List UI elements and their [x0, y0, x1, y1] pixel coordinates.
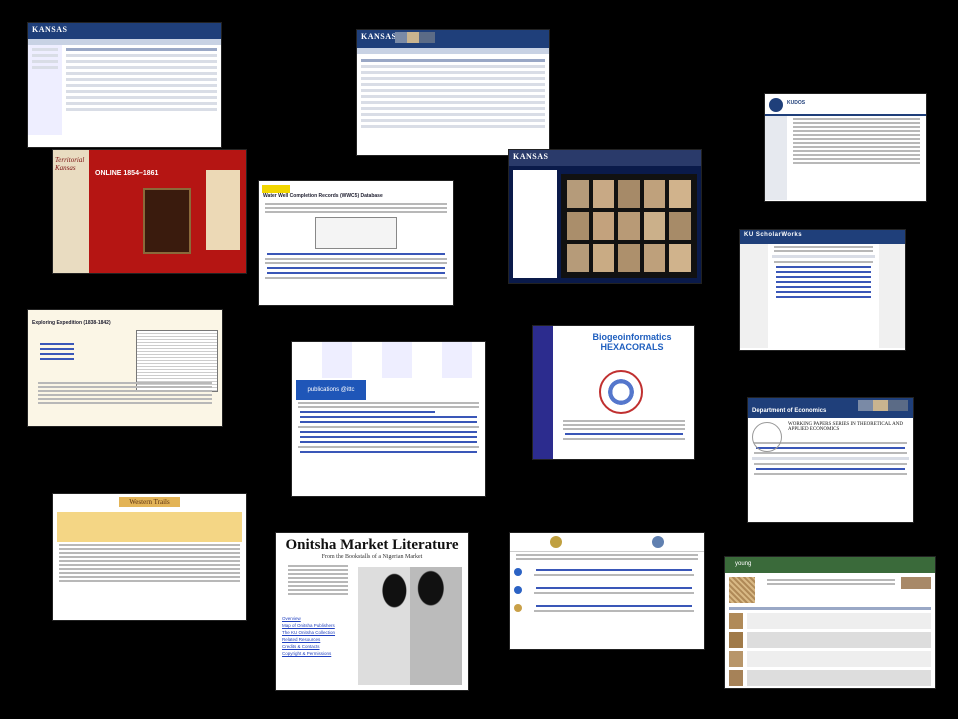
- onitsha-link-credits[interactable]: Credits & Contacts: [282, 643, 358, 650]
- thumb-kansas-list[interactable]: KANSAS: [357, 30, 549, 155]
- thumb-header: Department of Economics: [748, 398, 913, 418]
- thumb-title: Biogeoinformatics HEXACORALS: [592, 332, 672, 352]
- thumb-hexacorals[interactable]: Biogeoinformatics HEXACORALS: [533, 326, 694, 459]
- thumb-subtitle: From the Bookstalls of a Nigerian Market: [321, 554, 423, 560]
- thumb-title: KANSAS: [361, 32, 397, 41]
- onitsha-link-copyright[interactable]: Copyright & Permissions: [282, 650, 358, 657]
- thumb-water-well[interactable]: Water Well Completion Records (WWC5) Dat…: [259, 181, 453, 305]
- thumb-title: Water Well Completion Records (WWC5) Dat…: [263, 193, 383, 199]
- thumb-header: KU ScholarWorks: [740, 230, 905, 244]
- thumb-dept: Department of Economics: [752, 408, 827, 414]
- thumb-ku-scholarworks[interactable]: KU ScholarWorks: [740, 230, 905, 350]
- thumb-header: KANSAS: [357, 30, 549, 48]
- onitsha-link-related[interactable]: Related Resources: [282, 636, 358, 643]
- thumb-ku-young[interactable]: young: [725, 557, 935, 688]
- thumb-title: Territorial Kansas: [55, 156, 85, 172]
- thumb-title: publications @ittc: [296, 380, 366, 400]
- onitsha-link-map[interactable]: Map of Onitsha Publishers: [282, 622, 358, 629]
- onitsha-link-collection[interactable]: The KU Onitsha Collection: [282, 629, 358, 636]
- thumb-title: KU ScholarWorks: [744, 232, 803, 238]
- thumb-title: KANSAS: [513, 152, 549, 161]
- thumb-series: WORKING PAPERS SERIES IN THEORETICAL AND…: [788, 422, 903, 432]
- thumb-header: KANSAS: [509, 150, 701, 166]
- thumb-online-label: ONLINE 1854–1861: [95, 170, 159, 177]
- thumb-paleontology[interactable]: [510, 533, 704, 649]
- thumb-exploring-expedition[interactable]: Exploring Expedition (1838-1842): [28, 310, 222, 426]
- thumb-image-gallery[interactable]: KANSAS: [509, 150, 701, 283]
- thumb-title: Onitsha Market Literature: [285, 537, 459, 553]
- thumb-territorial-kansas[interactable]: Territorial Kansas ONLINE 1854–1861: [53, 150, 246, 273]
- thumb-title: young: [735, 561, 752, 567]
- thumb-title: Exploring Expedition (1838-1842): [32, 320, 111, 326]
- thumb-economics[interactable]: Department of Economics WORKING PAPERS S…: [748, 398, 913, 522]
- thumb-header: KANSAS: [28, 23, 221, 39]
- onitsha-link-overview[interactable]: Overview: [282, 615, 358, 622]
- thumb-kansas-catalog[interactable]: KANSAS: [28, 23, 221, 147]
- thumb-title: KUDOS: [787, 100, 806, 106]
- thumb-western-trails[interactable]: Western Trails: [53, 494, 246, 620]
- thumb-publications-ittc[interactable]: publications @ittc: [292, 342, 485, 496]
- thumb-title: Western Trails: [119, 497, 180, 507]
- thumb-title: KANSAS: [32, 25, 68, 34]
- thumb-onitsha[interactable]: Onitsha Market Literature From the Books…: [276, 533, 468, 690]
- onitsha-illustration: [358, 567, 462, 685]
- hexacoral-diagram: [599, 370, 643, 414]
- thumb-kudos[interactable]: KUDOS: [765, 94, 926, 201]
